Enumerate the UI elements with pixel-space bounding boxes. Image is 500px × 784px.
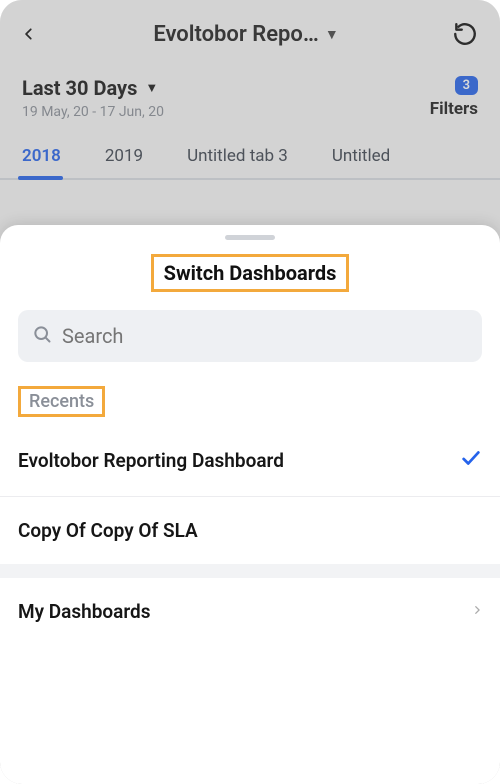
recents-label: Recents [29, 391, 94, 412]
search-input-wrap[interactable] [18, 310, 482, 362]
search-icon [32, 324, 52, 348]
recents-list: Evoltobor Reporting Dashboard Copy Of Co… [0, 425, 500, 564]
list-item-label: Copy Of Copy Of SLA [18, 519, 198, 542]
section-divider [0, 564, 500, 578]
list-item-label: Evoltobor Reporting Dashboard [18, 449, 284, 472]
my-dashboards-label: My Dashboards [18, 600, 151, 623]
list-item[interactable]: Evoltobor Reporting Dashboard [0, 425, 500, 497]
sheet-title: Switch Dashboards [151, 254, 350, 292]
search-input[interactable] [62, 324, 468, 348]
list-item[interactable]: Copy Of Copy Of SLA [0, 497, 500, 564]
sheet-grabber[interactable] [225, 235, 275, 240]
switch-dashboards-sheet: Switch Dashboards Recents Evoltobor Repo… [0, 225, 500, 784]
my-dashboards-row[interactable]: My Dashboards [0, 578, 500, 645]
check-icon [460, 447, 482, 474]
chevron-right-icon [472, 600, 482, 623]
